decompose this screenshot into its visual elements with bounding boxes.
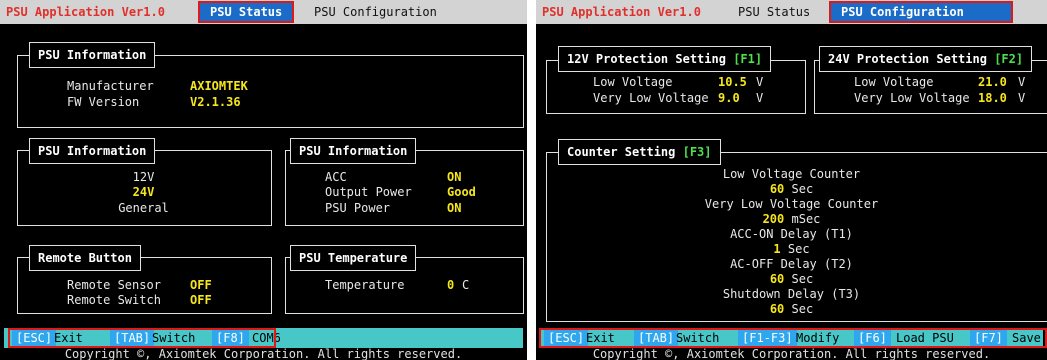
very-low-voltage-24v-label: Very Low Voltage — [854, 91, 970, 105]
very-low-voltage-24v-value: 18.0 — [978, 91, 1007, 105]
low-voltage-24v-unit: V — [1018, 75, 1026, 89]
app-title: PSU Application Ver1.0 — [542, 5, 701, 19]
low-voltage-counter-label: Low Voltage Counter — [722, 167, 861, 181]
output-power-label: Output Power — [325, 185, 412, 199]
top-menu-bar: PSU Application Ver1.0 PSU Status PSU Co… — [536, 0, 1047, 24]
very-low-voltage-12v-label: Very Low Voltage — [593, 91, 709, 105]
shutdown-delay-label: Shutdown Delay (T3) — [722, 287, 861, 301]
counter-setting-title-text: Counter Setting — [567, 145, 676, 159]
key-hint-highlight — [8, 328, 276, 348]
copyright-text: Copyright ©, Axiomtek Corporation. All r… — [592, 347, 991, 360]
voltage-option-12v[interactable]: 12V — [17, 170, 270, 184]
psu-status-screen: PSU Application Ver1.0 PSU Status PSU Co… — [0, 0, 527, 360]
voltage-option-24v[interactable]: 24V — [17, 185, 270, 199]
temperature-unit: C — [462, 278, 470, 292]
top-menu-bar: PSU Application Ver1.0 PSU Status PSU Co… — [0, 0, 527, 24]
output-power-value: Good — [447, 185, 476, 199]
f3-key[interactable]: [F3] — [683, 145, 712, 159]
tab-psu-status[interactable]: PSU Status — [728, 3, 820, 21]
protection-12v-title: 12V Protection Setting [F1] — [558, 46, 772, 72]
very-low-voltage-counter-value: 200 — [762, 212, 785, 226]
low-voltage-counter-value: 60 — [769, 182, 785, 196]
key-hint-highlight — [539, 328, 1047, 348]
temperature-label: Temperature — [325, 278, 405, 292]
remote-switch-label: Remote Switch — [67, 293, 161, 307]
remote-button-title: Remote Button — [29, 245, 141, 271]
psu-voltage-title: PSU Information — [29, 138, 156, 164]
low-voltage-24v-value: 21.0 — [978, 75, 1007, 89]
very-low-voltage-12v-value: 9.0 — [718, 91, 740, 105]
acc-on-delay-label: ACC-ON Delay (T1) — [730, 227, 853, 241]
protection-24v-title-text: 24V Protection Setting — [828, 52, 987, 66]
fw-version-value: V2.1.36 — [190, 95, 241, 109]
acc-value: ON — [447, 170, 462, 184]
temperature-value: 0 — [447, 278, 455, 292]
ac-off-delay-unit: Sec — [791, 272, 814, 286]
manufacturer-value: AXIOMTEK — [190, 79, 248, 93]
acc-label: ACC — [325, 170, 347, 184]
f2-key[interactable]: [F2] — [994, 52, 1023, 66]
shutdown-delay-unit: Sec — [791, 302, 814, 316]
manufacturer-label: Manufacturer — [67, 79, 154, 93]
very-low-voltage-12v-unit: V — [756, 91, 764, 105]
psu-power-value: ON — [447, 201, 462, 215]
low-voltage-12v-value: 10.5 — [718, 75, 747, 89]
voltage-option-general[interactable]: General — [17, 201, 270, 215]
remote-switch-value: OFF — [190, 293, 212, 307]
ac-off-delay-value: 60 — [769, 272, 785, 286]
low-voltage-24v-label: Low Voltage — [854, 75, 934, 89]
psu-configuration-screen: PSU Application Ver1.0 PSU Status PSU Co… — [536, 0, 1047, 360]
ac-off-delay-label: AC-OFF Delay (T2) — [730, 257, 853, 271]
acc-on-delay-unit: Sec — [787, 242, 810, 256]
low-voltage-counter-setting: 60 Sec — [536, 182, 1047, 196]
tab-psu-status[interactable]: PSU Status — [200, 3, 293, 21]
acc-on-delay-setting: 1 Sec — [536, 242, 1047, 256]
very-low-voltage-24v-unit: V — [1018, 91, 1026, 105]
ac-off-delay-setting: 60 Sec — [536, 272, 1047, 286]
shutdown-delay-setting: 60 Sec — [536, 302, 1047, 316]
very-low-voltage-counter-setting: 200 mSec — [536, 212, 1047, 226]
psu-information-title: PSU Information — [29, 42, 156, 68]
very-low-voltage-counter-label: Very Low Voltage Counter — [704, 197, 879, 211]
low-voltage-12v-label: Low Voltage — [593, 75, 673, 89]
counter-setting-title: Counter Setting [F3] — [558, 139, 721, 165]
tab-psu-configuration[interactable]: PSU Configuration — [831, 3, 1011, 21]
acc-on-delay-value: 1 — [773, 242, 781, 256]
low-voltage-counter-unit: Sec — [791, 182, 814, 196]
protection-24v-title: 24V Protection Setting [F2] — [819, 46, 1033, 72]
psu-status-title: PSU Information — [290, 138, 417, 164]
very-low-voltage-counter-unit: mSec — [791, 212, 821, 226]
remote-sensor-value: OFF — [190, 278, 212, 292]
psu-temperature-title: PSU Temperature — [290, 245, 417, 271]
protection-12v-title-text: 12V Protection Setting — [567, 52, 726, 66]
tab-psu-configuration[interactable]: PSU Configuration — [304, 3, 447, 21]
remote-sensor-label: Remote Sensor — [67, 278, 161, 292]
app-title: PSU Application Ver1.0 — [6, 5, 165, 19]
copyright-text: Copyright ©, Axiomtek Corporation. All r… — [64, 347, 463, 360]
psu-power-label: PSU Power — [325, 201, 391, 215]
shutdown-delay-value: 60 — [769, 302, 785, 316]
low-voltage-12v-unit: V — [756, 75, 764, 89]
fw-version-label: FW Version — [67, 95, 140, 109]
f1-key[interactable]: [F1] — [733, 52, 762, 66]
